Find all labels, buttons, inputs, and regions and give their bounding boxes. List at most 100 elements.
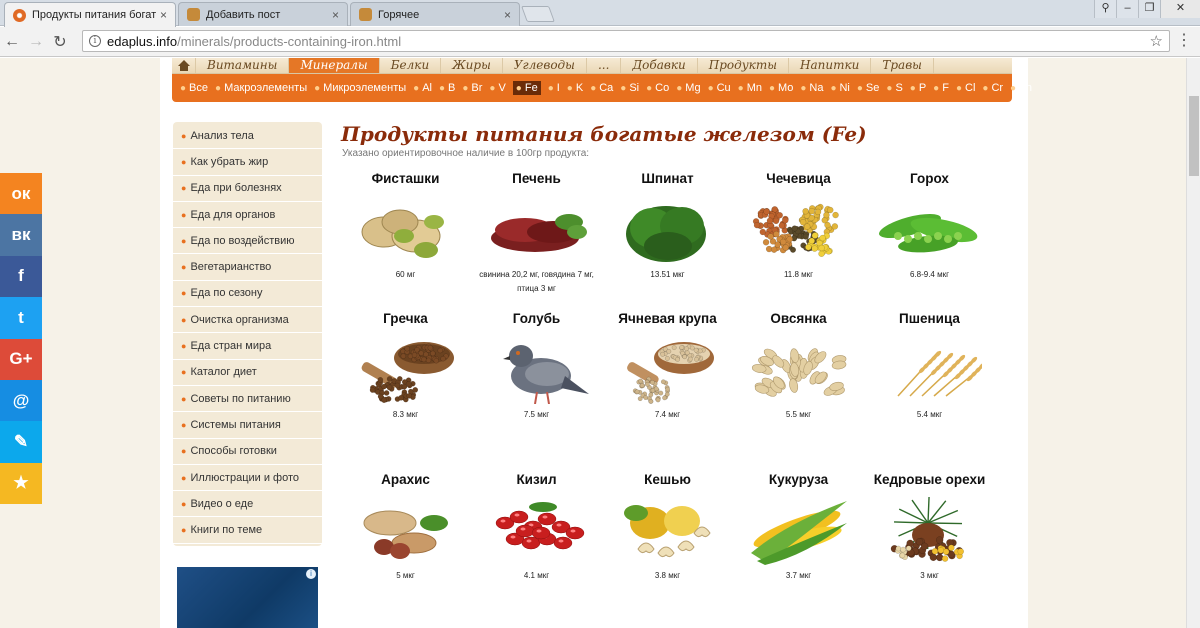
product-card[interactable]: Арахис 5 мкг <box>340 471 471 583</box>
product-name[interactable]: Шпинат <box>602 170 733 188</box>
browser-tab[interactable]: Добавить пост × <box>178 2 348 26</box>
element-menu-item[interactable]: ● B <box>439 82 455 94</box>
product-name[interactable]: Чечевица <box>733 170 864 188</box>
element-menu-item[interactable]: ● Na <box>800 82 823 94</box>
product-name[interactable]: Горох <box>864 170 995 188</box>
sidebar-item[interactable]: ● Еда стран мира <box>173 333 322 360</box>
close-icon[interactable]: × <box>160 8 167 22</box>
main-menu-item[interactable]: Белки <box>380 58 442 73</box>
product-name[interactable]: Кедровые орехи <box>864 471 995 489</box>
element-menu-item[interactable]: ● Mo <box>769 82 793 94</box>
info-icon[interactable]: i <box>89 35 101 47</box>
product-card[interactable]: Голубь 7.5 мкг <box>471 310 602 422</box>
browser-tab-active[interactable]: Продукты питания богат × <box>4 2 176 27</box>
sidebar-item[interactable]: ● Очистка организма <box>173 307 322 334</box>
product-name[interactable]: Гречка <box>340 310 471 328</box>
sidebar-item[interactable]: ● Еда по воздействию <box>173 228 322 255</box>
sidebar-item[interactable]: ● Еда при болезнях <box>173 176 322 202</box>
vk-icon[interactable]: вк <box>0 214 42 256</box>
ad-info-icon[interactable]: i <box>306 569 316 579</box>
menu-dots-icon[interactable]: ⋮ <box>1176 33 1192 49</box>
sidebar-item[interactable]: ● Системы питания <box>173 412 322 439</box>
product-name[interactable]: Фисташки <box>340 170 471 188</box>
element-menu-item[interactable]: ● Все <box>180 82 208 94</box>
element-menu-item[interactable]: ● Fe <box>512 81 541 95</box>
main-menu-item[interactable]: Витамины <box>196 58 290 73</box>
product-card[interactable]: Печень свинина 20,2 мг, говядина 7 мг, пт… <box>471 170 602 296</box>
sidebar-item[interactable]: ● Иллюстрации и фото <box>173 465 322 492</box>
element-menu-item[interactable]: ● Se <box>857 82 880 94</box>
element-menu-item[interactable]: ● Микроэлементы <box>314 82 406 94</box>
product-card[interactable]: Кукуруза 3.7 мкг <box>733 471 864 583</box>
close-icon[interactable]: × <box>504 8 511 22</box>
element-menu-item[interactable]: ● K <box>567 82 583 94</box>
sidebar-item[interactable]: ● Еда по сезону <box>173 281 322 308</box>
main-menu-item[interactable]: Углеводы <box>503 58 587 73</box>
page-scrollbar[interactable] <box>1186 58 1200 628</box>
element-menu-item[interactable]: ● Ca <box>590 82 613 94</box>
sidebar-item[interactable]: ● Книги по теме <box>173 517 322 544</box>
lentil-image[interactable] <box>747 192 851 264</box>
product-card[interactable]: Кедровые орехи 3 мкг <box>864 471 995 583</box>
product-name[interactable]: Кизил <box>471 471 602 489</box>
product-name[interactable]: Печень <box>471 170 602 188</box>
liver-image[interactable] <box>485 192 589 264</box>
barley-grits-image[interactable] <box>616 332 720 404</box>
element-menu-item[interactable]: ● Cl <box>956 82 975 94</box>
element-menu-item[interactable]: ● S <box>886 82 902 94</box>
pistachio-image[interactable] <box>354 192 458 264</box>
facebook-icon[interactable]: f <box>0 255 42 298</box>
maximize-button[interactable]: ❐ <box>1138 0 1160 18</box>
element-menu-item[interactable]: ● Mn <box>738 82 762 94</box>
pigeon-image[interactable] <box>485 332 589 404</box>
main-menu-item[interactable]: Напитки <box>789 58 872 73</box>
sidebar-item[interactable]: ● Советы по питанию <box>173 386 322 413</box>
main-menu-item[interactable]: Добавки <box>621 58 698 73</box>
element-menu-item[interactable]: ● Br <box>462 82 482 94</box>
element-menu-item[interactable]: ● Si <box>620 82 639 94</box>
cashew-image[interactable] <box>616 493 720 565</box>
user-icon[interactable]: ⚲ <box>1094 0 1116 18</box>
sidebar-item[interactable]: ● Каталог диет <box>173 360 322 386</box>
sidebar-item[interactable]: ● Вегетарианство <box>173 254 322 281</box>
product-name[interactable]: Кукуруза <box>733 471 864 489</box>
element-menu-item[interactable]: ● V <box>489 82 505 94</box>
element-menu-item[interactable]: ● Cr <box>982 82 1003 94</box>
element-menu-item[interactable]: ● Zn <box>1010 82 1032 94</box>
element-menu-item[interactable]: ● Co <box>646 82 669 94</box>
pine-nut-image[interactable] <box>878 493 982 565</box>
odnoklassniki-icon[interactable]: ок <box>0 173 42 215</box>
element-menu-item[interactable]: ● Mg <box>676 82 700 94</box>
google-plus-icon[interactable]: G+ <box>0 338 42 380</box>
home-menu-item[interactable] <box>172 58 196 73</box>
close-icon[interactable]: × <box>332 8 339 22</box>
element-menu-item[interactable]: ● Al <box>413 82 432 94</box>
sidebar-item[interactable]: ● Еда для органов <box>173 202 322 229</box>
livejournal-icon[interactable]: ✎ <box>0 421 42 463</box>
product-name[interactable]: Ячневая крупа <box>602 310 733 328</box>
corn-image[interactable] <box>747 493 851 565</box>
product-card[interactable]: Чечевица 11.8 мкг <box>733 170 864 282</box>
main-menu-item[interactable]: ... <box>587 58 622 73</box>
product-name[interactable]: Овсянка <box>733 310 864 328</box>
browser-tab[interactable]: Горячее × <box>350 2 520 26</box>
wheat-image[interactable] <box>878 332 982 404</box>
sidebar-item[interactable]: ● Видео о еде <box>173 491 322 518</box>
mail-icon[interactable]: @ <box>0 379 42 422</box>
product-card[interactable]: Фисташки 60 мг <box>340 170 471 282</box>
buckwheat-image[interactable] <box>354 332 458 404</box>
sidebar-item[interactable]: ● Анализ тела <box>173 123 322 150</box>
main-menu-item[interactable]: Продукты <box>698 58 789 73</box>
element-menu-item[interactable]: ● Ni <box>830 82 849 94</box>
product-name[interactable]: Кешью <box>602 471 733 489</box>
product-name[interactable]: Арахис <box>340 471 471 489</box>
forward-arrow-icon[interactable]: → <box>24 33 48 51</box>
peanut-image[interactable] <box>354 493 458 565</box>
minimize-button[interactable]: – <box>1116 0 1138 18</box>
address-bar[interactable]: i edaplus.info/minerals/products-contain… <box>82 30 1170 52</box>
main-menu-item[interactable]: Жиры <box>441 58 503 73</box>
back-arrow-icon[interactable]: ← <box>0 33 24 51</box>
bookmark-star-icon[interactable]: ☆ <box>1150 32 1163 50</box>
twitter-icon[interactable]: t <box>0 297 42 339</box>
product-card[interactable]: Ячневая крупа 7.4 мкг <box>602 310 733 422</box>
